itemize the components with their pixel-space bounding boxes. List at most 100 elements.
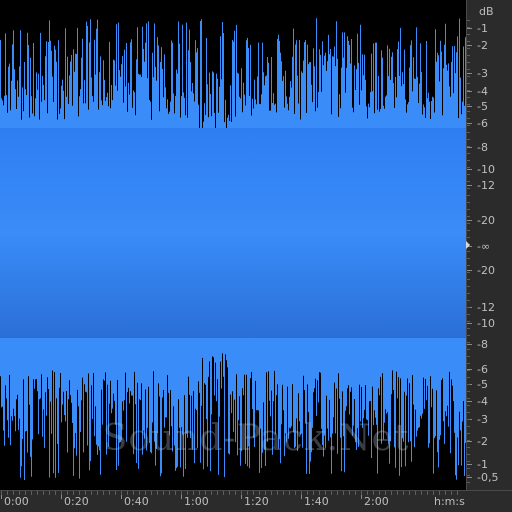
db-minor-tick: [467, 454, 470, 455]
db-minor-tick: [467, 83, 470, 84]
time-label: 1:20: [244, 495, 269, 508]
db-label: -10: [477, 163, 495, 176]
waveform-graphic[interactable]: [0, 0, 466, 490]
db-minor-tick: [467, 342, 470, 343]
time-ruler: h:m:s 0:00 0:20 0:40 1:00 1:20 1:40 2:00: [0, 490, 512, 512]
time-minor-tick: [133, 491, 134, 495]
db-label: -4: [477, 85, 488, 98]
db-label: -6: [477, 363, 488, 376]
db-minor-tick: [467, 118, 470, 119]
db-label: -2: [477, 39, 488, 52]
time-unit-label: h:m:s: [434, 495, 465, 508]
time-minor-tick: [85, 491, 86, 495]
db-tick: [467, 73, 472, 74]
time-minor-tick: [223, 491, 224, 495]
db-minor-tick: [467, 20, 470, 21]
db-minor-tick: [467, 482, 470, 483]
time-minor-tick: [1, 491, 2, 495]
db-label: -4: [477, 395, 488, 408]
center-marker-icon: [466, 241, 470, 249]
waveform-display[interactable]: [0, 0, 466, 490]
db-minor-tick: [467, 440, 470, 441]
time-label: 0:40: [124, 495, 149, 508]
db-label: -1: [477, 22, 488, 35]
db-minor-tick: [467, 433, 470, 434]
db-minor-tick: [467, 461, 470, 462]
db-label: -12: [477, 179, 495, 192]
db-minor-tick: [467, 160, 470, 161]
time-minor-tick: [415, 491, 416, 495]
db-minor-tick: [467, 426, 470, 427]
db-minor-tick: [467, 188, 470, 189]
db-minor-tick: [467, 139, 470, 140]
time-minor-tick: [43, 491, 44, 495]
time-minor-tick: [199, 491, 200, 495]
db-minor-tick: [467, 195, 470, 196]
db-tick: [467, 185, 472, 186]
db-tick: [467, 169, 472, 170]
db-minor-tick: [467, 265, 470, 266]
db-minor-tick: [467, 132, 470, 133]
time-label: 1:40: [304, 495, 329, 508]
time-minor-tick: [295, 491, 296, 495]
time-minor-tick: [103, 491, 104, 495]
db-minor-tick: [467, 300, 470, 301]
time-minor-tick: [247, 491, 248, 495]
time-minor-tick: [13, 491, 14, 495]
db-minor-tick: [467, 335, 470, 336]
time-minor-tick: [343, 491, 344, 495]
db-minor-tick: [467, 48, 470, 49]
time-minor-tick: [337, 491, 338, 495]
time-minor-tick: [187, 491, 188, 495]
time-minor-tick: [331, 491, 332, 495]
time-minor-tick: [271, 491, 272, 495]
time-minor-tick: [367, 491, 368, 495]
waveform-body: [0, 128, 466, 338]
time-minor-tick: [349, 491, 350, 495]
db-minor-tick: [467, 27, 470, 28]
db-minor-tick: [467, 293, 470, 294]
time-minor-tick: [439, 491, 440, 495]
time-minor-tick: [283, 491, 284, 495]
db-tick: [467, 441, 472, 442]
db-tick: [467, 464, 472, 465]
time-minor-tick: [373, 491, 374, 495]
time-minor-tick: [211, 491, 212, 495]
db-minor-tick: [467, 55, 470, 56]
time-minor-tick: [277, 491, 278, 495]
time-minor-tick: [91, 491, 92, 495]
time-label: 2:00: [364, 495, 389, 508]
time-minor-tick: [19, 491, 20, 495]
time-minor-tick: [433, 491, 434, 495]
time-minor-tick: [379, 491, 380, 495]
db-minor-tick: [467, 356, 470, 357]
time-minor-tick: [427, 491, 428, 495]
db-minor-tick: [467, 412, 470, 413]
db-minor-tick: [467, 69, 470, 70]
time-minor-tick: [385, 491, 386, 495]
time-minor-tick: [97, 491, 98, 495]
db-tick: [467, 147, 472, 148]
db-minor-tick: [467, 307, 470, 308]
db-minor-tick: [467, 146, 470, 147]
time-minor-tick: [391, 491, 392, 495]
db-minor-tick: [467, 181, 470, 182]
time-minor-tick: [289, 491, 290, 495]
db-minor-tick: [467, 279, 470, 280]
time-minor-tick: [457, 491, 458, 495]
db-minor-tick: [467, 202, 470, 203]
time-label: 0:20: [64, 495, 89, 508]
db-minor-tick: [467, 251, 470, 252]
db-minor-tick: [467, 447, 470, 448]
time-minor-tick: [259, 491, 260, 495]
db-minor-tick: [467, 475, 470, 476]
db-minor-tick: [467, 258, 470, 259]
time-minor-tick: [109, 491, 110, 495]
db-minor-tick: [467, 104, 470, 105]
time-minor-tick: [409, 491, 410, 495]
time-minor-tick: [355, 491, 356, 495]
db-minor-tick: [467, 97, 470, 98]
db-unit-label: dB: [479, 5, 494, 18]
db-tick: [467, 477, 472, 478]
time-minor-tick: [31, 491, 32, 495]
